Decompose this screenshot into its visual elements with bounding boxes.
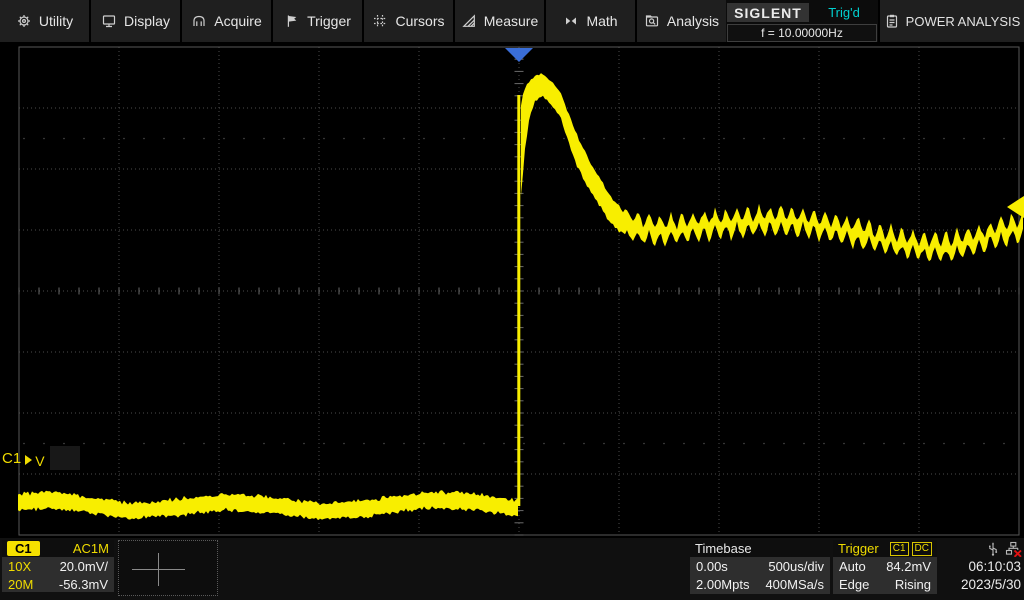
timebase-sample-rate: 400MSa/s — [765, 577, 824, 592]
timebase-memory: 2.00Mpts — [696, 577, 749, 592]
trigger-coupling-badge: DC — [912, 542, 932, 556]
clipboard-icon — [884, 13, 900, 29]
menu-item-trigger[interactable]: Trigger — [273, 0, 362, 42]
trigger-header: Trigger C1 DC — [833, 540, 937, 557]
channel-offset-label: C1 — [2, 450, 21, 467]
brand-logo: SIGLENT — [727, 3, 809, 22]
math-icon — [563, 13, 579, 29]
channel-probe: 10X — [8, 559, 31, 574]
channel-badge[interactable]: C1 — [7, 541, 40, 556]
timebase-title: Timebase — [695, 541, 752, 556]
system-info: 06:10:03 2023/5/30 — [950, 538, 1024, 600]
trigger-state-indicator: Trig'd — [814, 3, 874, 22]
timebase-header: Timebase — [690, 540, 830, 557]
menu-item-acquire[interactable]: Acquire — [182, 0, 271, 42]
waveform-display: C1 V — [0, 44, 1024, 538]
clock-date: 2023/5/30 — [961, 577, 1021, 592]
timebase-delay: 0.00s — [696, 559, 728, 574]
menu-item-math[interactable]: Math — [546, 0, 635, 42]
flag-icon — [284, 13, 300, 29]
trigger-type: Edge — [839, 577, 869, 592]
menu-item-label: Cursors — [395, 13, 444, 29]
slot-cross-icon — [158, 553, 159, 586]
lan-disconnected-icon[interactable] — [1005, 541, 1022, 557]
timebase-scale: 500us/div — [768, 559, 824, 574]
channel-box-header: C1 AC1M — [2, 540, 114, 557]
channel-scale: 20.0mV/ — [60, 559, 108, 574]
trigger-mode: Auto — [839, 559, 866, 574]
display-icon — [101, 13, 117, 29]
clock-time: 06:10:03 — [968, 559, 1021, 574]
menu-item-label: Acquire — [214, 13, 261, 29]
power-analysis-label: POWER ANALYSIS — [906, 14, 1021, 29]
channel-offset-value: -56.3mV — [59, 577, 108, 592]
menu-item-analysis[interactable]: Analysis — [637, 0, 726, 42]
timebase-row: 2.00Mpts 400MSa/s — [690, 575, 830, 593]
channel-offset-arrow-icon — [25, 455, 32, 465]
menu-item-label: Measure — [484, 13, 538, 29]
channel-unit-label: V — [35, 453, 44, 469]
system-icons — [985, 541, 1022, 557]
channel-offset-marker[interactable]: C1 V — [2, 446, 45, 470]
channel-coupling: AC1M — [73, 541, 109, 556]
menu-item-label: Trigger — [307, 13, 351, 29]
channel-bandwidth: 20M — [8, 577, 33, 592]
cursors-icon — [372, 13, 388, 29]
trigger-box[interactable]: Trigger C1 DC Auto 84.2mV Edge Rising — [833, 540, 937, 594]
channel-box-row: 10X 20.0mV/ — [2, 557, 114, 575]
gear-icon — [16, 13, 32, 29]
menu-item-label: Display — [124, 13, 170, 29]
menu-bar: Utility Display Acquire Trigger Cur — [0, 0, 1024, 42]
menu-item-display[interactable]: Display — [91, 0, 180, 42]
power-analysis-button[interactable]: POWER ANALYSIS — [880, 0, 1024, 42]
trigger-level: 84.2mV — [886, 559, 931, 574]
oscilloscope-ui: Utility Display Acquire Trigger Cur — [0, 0, 1024, 600]
trigger-slope: Rising — [895, 577, 931, 592]
trigger-row: Auto 84.2mV — [833, 557, 937, 575]
analysis-icon — [644, 13, 660, 29]
acquire-icon — [191, 13, 207, 29]
trigger-source-badges: C1 DC — [887, 542, 932, 556]
scope-graticule-and-trace — [0, 44, 1024, 538]
channel-box-row: 20M -56.3mV — [2, 575, 114, 593]
menu-item-label: Analysis — [667, 13, 719, 29]
channel-offset-marker-bg — [50, 446, 80, 470]
timebase-row: 0.00s 500us/div — [690, 557, 830, 575]
menu-item-label: Utility — [39, 13, 73, 29]
trigger-level-marker[interactable] — [1007, 196, 1024, 218]
menu-item-measure[interactable]: Measure — [455, 0, 544, 42]
trigger-row: Edge Rising — [833, 575, 937, 593]
menu-item-label: Math — [586, 13, 617, 29]
timebase-box[interactable]: Timebase 0.00s 500us/div 2.00Mpts 400MSa… — [690, 540, 830, 594]
usb-icon[interactable] — [985, 541, 1001, 557]
empty-channel-slot[interactable] — [118, 540, 218, 596]
trigger-position-marker[interactable] — [505, 48, 533, 62]
trigger-title: Trigger — [838, 541, 879, 556]
trigger-status-cluster: SIGLENT Trig'd f = 10.00000Hz — [726, 0, 878, 42]
menu-item-utility[interactable]: Utility — [0, 0, 89, 42]
frequency-counter: f = 10.00000Hz — [727, 24, 877, 42]
trigger-source-badge: C1 — [890, 542, 909, 556]
status-bar: C1 AC1M 10X 20.0mV/ 20M -56.3mV Timebase… — [0, 538, 1024, 600]
measure-icon — [461, 13, 477, 29]
channel-descriptor-box[interactable]: C1 AC1M 10X 20.0mV/ 20M -56.3mV — [2, 540, 114, 592]
menu-item-cursors[interactable]: Cursors — [364, 0, 453, 42]
